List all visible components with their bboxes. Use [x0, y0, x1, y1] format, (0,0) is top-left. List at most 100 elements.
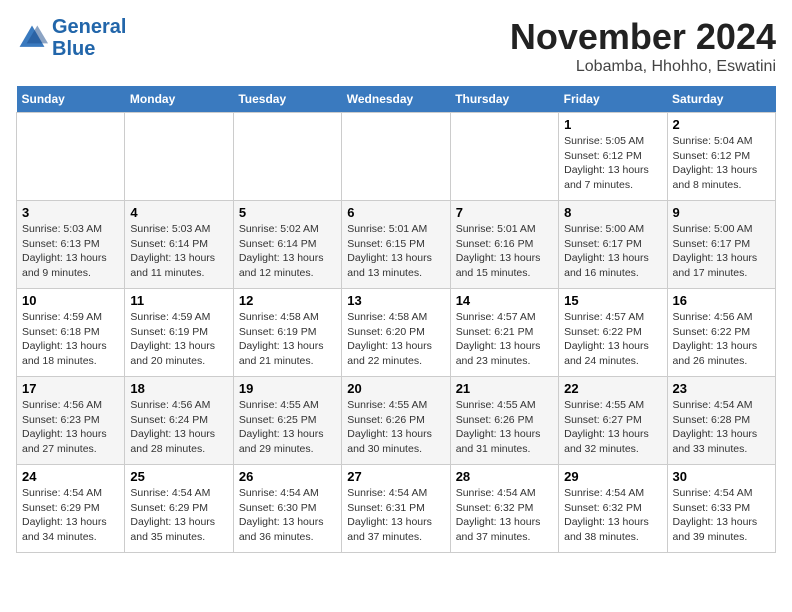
calendar-cell: 15 Sunrise: 4:57 AMSunset: 6:22 PMDayligh… — [559, 289, 667, 377]
day-info: Sunrise: 4:56 AMSunset: 6:23 PMDaylight:… — [22, 398, 119, 457]
calendar-cell: 4 Sunrise: 5:03 AMSunset: 6:14 PMDaylight… — [125, 201, 233, 289]
calendar-cell: 14Sunrise: 4:57 AMSunset: 6:21 PMDayligh… — [450, 289, 558, 377]
header: General Blue November 2024 Lobamba, Hhoh… — [16, 16, 776, 76]
day-number: 29 — [564, 469, 661, 484]
calendar-week-1: 1 Sunrise: 5:05 AMSunset: 6:12 PMDaylight… — [17, 113, 776, 201]
calendar-cell: 11Sunrise: 4:59 AMSunset: 6:19 PMDayligh… — [125, 289, 233, 377]
calendar-week-2: 3Sunrise: 5:03 AMSunset: 6:13 PMDaylight… — [17, 201, 776, 289]
day-info: Sunrise: 4:55 AMSunset: 6:26 PMDaylight:… — [347, 398, 444, 457]
calendar-cell: 22 Sunrise: 4:55 AMSunset: 6:27 PMDayligh… — [559, 377, 667, 465]
calendar-cell — [17, 113, 125, 201]
calendar-week-3: 10 Sunrise: 4:59 AMSunset: 6:18 PMDayligh… — [17, 289, 776, 377]
calendar-cell: 3Sunrise: 5:03 AMSunset: 6:13 PMDaylight… — [17, 201, 125, 289]
calendar-cell: 20 Sunrise: 4:55 AMSunset: 6:26 PMDayligh… — [342, 377, 450, 465]
day-info: Sunrise: 4:54 AMSunset: 6:31 PMDaylight:… — [347, 486, 444, 545]
calendar-cell: 7 Sunrise: 5:01 AMSunset: 6:16 PMDaylight… — [450, 201, 558, 289]
calendar-cell: 12 Sunrise: 4:58 AMSunset: 6:19 PMDayligh… — [233, 289, 341, 377]
day-number: 23 — [673, 381, 770, 396]
day-number: 3 — [22, 205, 119, 220]
day-number: 18 — [130, 381, 227, 396]
day-info: Sunrise: 4:54 AMSunset: 6:32 PMDaylight:… — [456, 486, 553, 545]
day-info: Sunrise: 5:01 AMSunset: 6:16 PMDaylight:… — [456, 222, 553, 281]
calendar-cell: 21 Sunrise: 4:55 AMSunset: 6:26 PMDayligh… — [450, 377, 558, 465]
day-info: Sunrise: 5:01 AMSunset: 6:15 PMDaylight:… — [347, 222, 444, 281]
day-info: Sunrise: 4:54 AMSunset: 6:28 PMDaylight:… — [673, 398, 770, 457]
col-header-friday: Friday — [559, 86, 667, 113]
day-info: Sunrise: 4:54 AMSunset: 6:29 PMDaylight:… — [22, 486, 119, 545]
day-number: 22 — [564, 381, 661, 396]
day-info: Sunrise: 4:56 AMSunset: 6:22 PMDaylight:… — [673, 310, 770, 369]
day-number: 30 — [673, 469, 770, 484]
calendar-cell — [450, 113, 558, 201]
day-info: Sunrise: 4:58 AMSunset: 6:19 PMDaylight:… — [239, 310, 336, 369]
calendar-cell: 13 Sunrise: 4:58 AMSunset: 6:20 PMDayligh… — [342, 289, 450, 377]
day-number: 2 — [673, 117, 770, 132]
day-info: Sunrise: 4:57 AMSunset: 6:22 PMDaylight:… — [564, 310, 661, 369]
calendar-cell: 26 Sunrise: 4:54 AMSunset: 6:30 PMDayligh… — [233, 465, 341, 553]
calendar-cell: 19 Sunrise: 4:55 AMSunset: 6:25 PMDayligh… — [233, 377, 341, 465]
day-number: 7 — [456, 205, 553, 220]
calendar-cell — [342, 113, 450, 201]
day-info: Sunrise: 4:55 AMSunset: 6:27 PMDaylight:… — [564, 398, 661, 457]
calendar-cell: 16 Sunrise: 4:56 AMSunset: 6:22 PMDayligh… — [667, 289, 775, 377]
calendar-cell: 25 Sunrise: 4:54 AMSunset: 6:29 PMDayligh… — [125, 465, 233, 553]
day-info: Sunrise: 5:05 AMSunset: 6:12 PMDaylight:… — [564, 134, 661, 193]
calendar-cell: 23 Sunrise: 4:54 AMSunset: 6:28 PMDayligh… — [667, 377, 775, 465]
day-info: Sunrise: 5:00 AMSunset: 6:17 PMDaylight:… — [564, 222, 661, 281]
day-number: 24 — [22, 469, 119, 484]
day-number: 1 — [564, 117, 661, 132]
day-number: 8 — [564, 205, 661, 220]
title-area: November 2024 Lobamba, Hhohho, Eswatini — [510, 16, 776, 76]
col-header-wednesday: Wednesday — [342, 86, 450, 113]
day-info: Sunrise: 4:54 AMSunset: 6:30 PMDaylight:… — [239, 486, 336, 545]
day-info: Sunrise: 4:59 AMSunset: 6:18 PMDaylight:… — [22, 310, 119, 369]
calendar-week-4: 17Sunrise: 4:56 AMSunset: 6:23 PMDayligh… — [17, 377, 776, 465]
calendar-cell: 28 Sunrise: 4:54 AMSunset: 6:32 PMDayligh… — [450, 465, 558, 553]
month-title: November 2024 — [510, 16, 776, 58]
calendar-week-5: 24 Sunrise: 4:54 AMSunset: 6:29 PMDayligh… — [17, 465, 776, 553]
logo-blue: Blue — [52, 38, 126, 60]
logo: General Blue — [16, 16, 126, 60]
logo-icon — [16, 22, 48, 54]
day-info: Sunrise: 4:54 AMSunset: 6:32 PMDaylight:… — [564, 486, 661, 545]
calendar-cell: 5 Sunrise: 5:02 AMSunset: 6:14 PMDaylight… — [233, 201, 341, 289]
day-number: 25 — [130, 469, 227, 484]
day-number: 5 — [239, 205, 336, 220]
col-header-thursday: Thursday — [450, 86, 558, 113]
day-number: 26 — [239, 469, 336, 484]
day-info: Sunrise: 4:54 AMSunset: 6:29 PMDaylight:… — [130, 486, 227, 545]
day-number: 13 — [347, 293, 444, 308]
day-info: Sunrise: 4:55 AMSunset: 6:26 PMDaylight:… — [456, 398, 553, 457]
day-number: 4 — [130, 205, 227, 220]
col-header-tuesday: Tuesday — [233, 86, 341, 113]
location: Lobamba, Hhohho, Eswatini — [510, 58, 776, 76]
day-info: Sunrise: 4:58 AMSunset: 6:20 PMDaylight:… — [347, 310, 444, 369]
calendar-cell: 17Sunrise: 4:56 AMSunset: 6:23 PMDayligh… — [17, 377, 125, 465]
col-header-monday: Monday — [125, 86, 233, 113]
day-number: 27 — [347, 469, 444, 484]
day-number: 19 — [239, 381, 336, 396]
col-header-saturday: Saturday — [667, 86, 775, 113]
day-info: Sunrise: 4:55 AMSunset: 6:25 PMDaylight:… — [239, 398, 336, 457]
calendar-cell — [233, 113, 341, 201]
day-number: 20 — [347, 381, 444, 396]
day-info: Sunrise: 5:03 AMSunset: 6:14 PMDaylight:… — [130, 222, 227, 281]
calendar-cell: 2 Sunrise: 5:04 AMSunset: 6:12 PMDaylight… — [667, 113, 775, 201]
day-info: Sunrise: 4:54 AMSunset: 6:33 PMDaylight:… — [673, 486, 770, 545]
calendar-cell: 1 Sunrise: 5:05 AMSunset: 6:12 PMDaylight… — [559, 113, 667, 201]
calendar-cell: 8 Sunrise: 5:00 AMSunset: 6:17 PMDaylight… — [559, 201, 667, 289]
calendar-cell: 10 Sunrise: 4:59 AMSunset: 6:18 PMDayligh… — [17, 289, 125, 377]
day-number: 28 — [456, 469, 553, 484]
day-number: 12 — [239, 293, 336, 308]
day-info: Sunrise: 5:02 AMSunset: 6:14 PMDaylight:… — [239, 222, 336, 281]
day-number: 9 — [673, 205, 770, 220]
day-number: 16 — [673, 293, 770, 308]
day-number: 21 — [456, 381, 553, 396]
day-number: 10 — [22, 293, 119, 308]
calendar-cell: 29 Sunrise: 4:54 AMSunset: 6:32 PMDayligh… — [559, 465, 667, 553]
calendar-cell: 9Sunrise: 5:00 AMSunset: 6:17 PMDaylight… — [667, 201, 775, 289]
day-info: Sunrise: 5:04 AMSunset: 6:12 PMDaylight:… — [673, 134, 770, 193]
calendar-cell: 30 Sunrise: 4:54 AMSunset: 6:33 PMDayligh… — [667, 465, 775, 553]
day-number: 15 — [564, 293, 661, 308]
calendar-cell: 27 Sunrise: 4:54 AMSunset: 6:31 PMDayligh… — [342, 465, 450, 553]
